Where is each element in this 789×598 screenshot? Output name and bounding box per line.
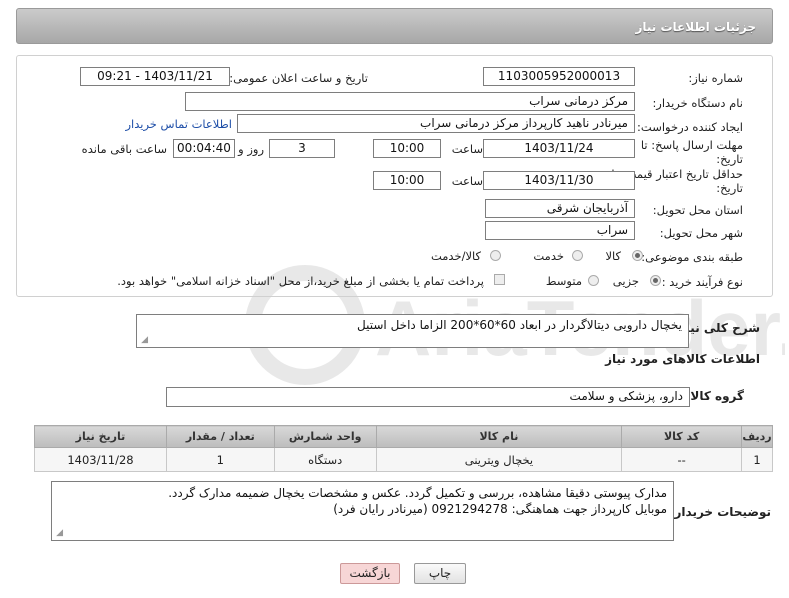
process-label: نوع فرآیند خرید : xyxy=(661,275,743,289)
remaining-label: ساعت باقی مانده xyxy=(81,142,167,156)
table-row: 1 -- یخچال ویترینی دستگاه 1 1403/11/28 xyxy=(34,447,773,472)
cell-code: -- xyxy=(621,447,743,472)
deadline-label: مهلت ارسال پاسخ: تا xyxy=(640,138,743,152)
category-radio-service[interactable] xyxy=(572,250,583,261)
cell-qty: 1 xyxy=(165,447,275,472)
validity-time-field: 10:00 xyxy=(373,171,441,190)
category-radio-goods[interactable] xyxy=(632,250,643,261)
category-option-goods-service: کالا/خدمت xyxy=(430,249,481,263)
buyer-notes-line-2: موبایل کارپرداز جهت هماهنگی: 0921294278 … xyxy=(333,502,667,516)
buyer-org-field: مرکز درمانی سراب xyxy=(185,92,635,111)
goods-group-field: دارو، پزشکی و سلامت xyxy=(166,387,690,407)
validity-time-label: ساعت xyxy=(451,174,483,188)
buyer-notes-label: توضیحات خریدار: xyxy=(669,505,771,519)
treasury-payment-note: پرداخت تمام یا بخشی از مبلغ خرید،از محل … xyxy=(117,274,484,288)
col-name-header: نام کالا xyxy=(375,425,623,448)
category-radio-goods-service[interactable] xyxy=(490,250,501,261)
announce-label: تاریخ و ساعت اعلان عمومی: xyxy=(229,71,368,85)
deadline-time-field: 10:00 xyxy=(373,139,441,158)
province-field: آذربایجان شرقی xyxy=(485,199,635,218)
days-field: 3 xyxy=(269,139,335,158)
announce-field: 1403/11/21 - 09:21 xyxy=(80,67,230,86)
treasury-payment-checkbox[interactable] xyxy=(494,274,505,285)
col-qty-header: تعداد / مقدار xyxy=(165,425,275,448)
cell-row: 1 xyxy=(741,447,773,472)
creator-field: میرنادر ناهید کارپرداز مرکز درمانی سراب xyxy=(237,114,635,133)
creator-label: ایجاد کننده درخواست: xyxy=(637,120,743,134)
cell-date: 1403/11/28 xyxy=(34,447,167,472)
resize-grip-icon[interactable]: ◢ xyxy=(54,529,63,538)
remaining-time-field: 00:04:40 xyxy=(173,139,235,158)
print-button[interactable]: چاپ xyxy=(414,563,466,584)
goods-table-header: ردیف کد کالا نام کالا واحد شمارش تعداد /… xyxy=(34,425,773,448)
cell-unit: دستگاه xyxy=(273,447,377,472)
page-title: جزئیات اطلاعات نیاز xyxy=(635,20,756,34)
deadline-date-label: تاریخ: xyxy=(716,152,743,166)
city-label: شهر محل تحویل: xyxy=(659,226,743,240)
col-row-header: ردیف xyxy=(741,425,773,448)
col-unit-header: واحد شمارش xyxy=(273,425,377,448)
goods-table: ردیف کد کالا نام کالا واحد شمارش تعداد /… xyxy=(34,425,773,472)
process-option-medium: متوسط xyxy=(545,274,582,288)
city-field: سراب xyxy=(485,221,635,240)
category-label: طبقه بندی موضوعی: xyxy=(641,250,743,264)
category-option-goods: کالا xyxy=(605,249,621,263)
description-text: یخچال دارویی دیتالاگردار در ابعاد 60*60*… xyxy=(357,318,682,332)
days-label: روز و xyxy=(238,142,264,156)
goods-group-label: گروه کالا: xyxy=(685,389,744,403)
goods-section-title: اطلاعات کالاهای مورد نیاز xyxy=(605,352,760,366)
validity-date-label: تاریخ: xyxy=(716,181,743,195)
description-field: یخچال دارویی دیتالاگردار در ابعاد 60*60*… xyxy=(136,314,689,348)
back-button[interactable]: بازگشت xyxy=(340,563,400,584)
process-option-minor: جزیی xyxy=(612,274,639,288)
cell-name: یخچال ویترینی xyxy=(375,447,623,472)
page-header: جزئیات اطلاعات نیاز xyxy=(16,8,773,44)
need-number-field: 1103005952000013 xyxy=(483,67,635,86)
buyer-contact-link[interactable]: اطلاعات تماس خریدار xyxy=(125,117,232,131)
deadline-date-field: 1403/11/24 xyxy=(483,139,635,158)
buyer-notes-field: مدارک پیوستی دقیقا مشاهده، بررسی و تکمیل… xyxy=(51,481,674,541)
province-label: استان محل تحویل: xyxy=(652,203,743,217)
col-date-header: تاریخ نیاز xyxy=(34,425,167,448)
category-option-service: خدمت xyxy=(533,249,564,263)
buyer-org-label: نام دستگاه خریدار: xyxy=(652,96,743,110)
process-radio-medium[interactable] xyxy=(588,275,599,286)
buyer-notes-line-1: مدارک پیوستی دقیقا مشاهده، بررسی و تکمیل… xyxy=(168,486,667,500)
resize-grip-icon[interactable]: ◢ xyxy=(139,336,148,345)
col-code-header: کد کالا xyxy=(621,425,743,448)
deadline-time-label: ساعت xyxy=(451,142,483,156)
need-number-label: شماره نیاز: xyxy=(688,71,743,85)
process-radio-minor[interactable] xyxy=(650,275,661,286)
validity-date-field: 1403/11/30 xyxy=(483,171,635,190)
